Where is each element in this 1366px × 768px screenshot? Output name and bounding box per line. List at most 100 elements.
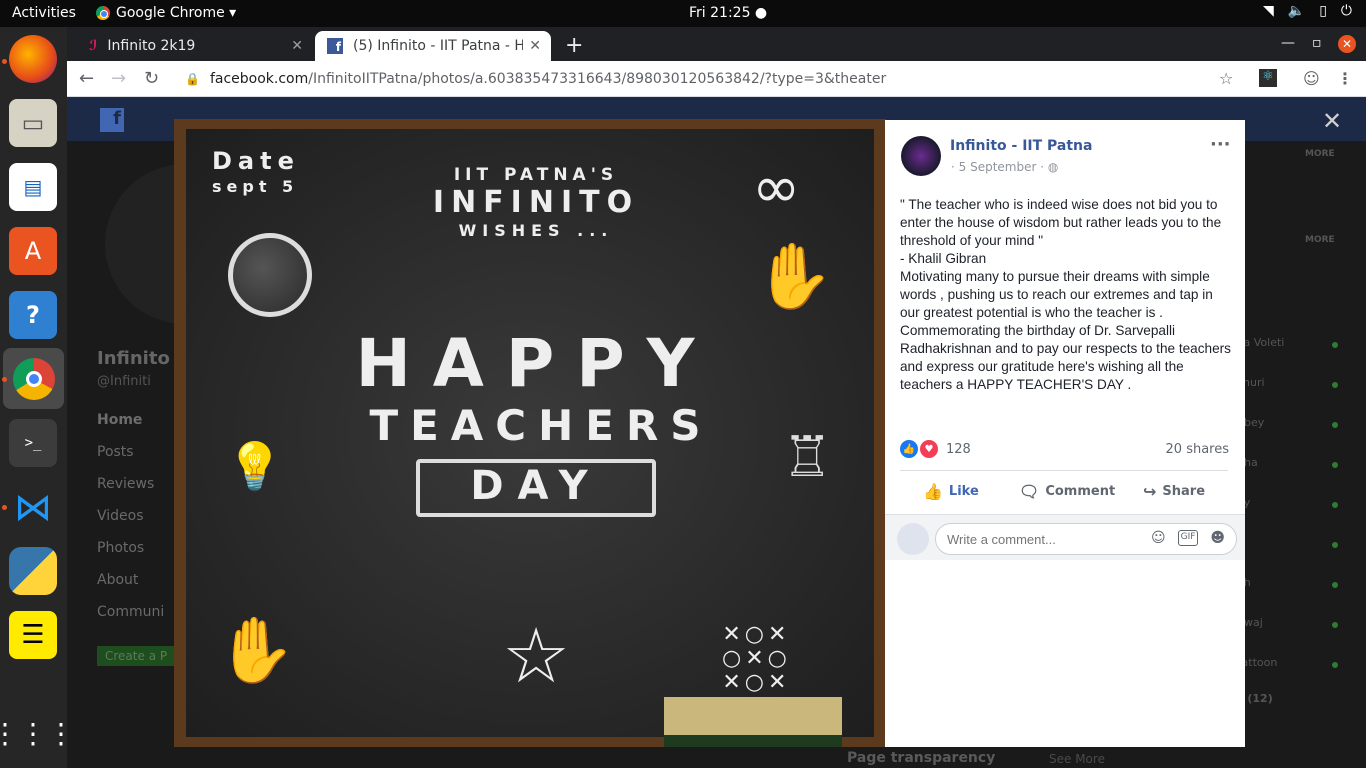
page-avatar[interactable] [901, 136, 941, 176]
tab-close-icon[interactable]: ✕ [291, 38, 303, 54]
post-date[interactable]: · 5 September · ◍ [951, 160, 1058, 174]
emoji-icon[interactable]: ☺ [1151, 530, 1166, 546]
like-label: Like [948, 484, 979, 499]
bookmark-star-icon[interactable]: ☆ [1219, 69, 1233, 88]
battery-icon: ▯ [1319, 3, 1327, 19]
page-transparency-heading: Page transparency [847, 750, 996, 766]
tab-infinito-2k19[interactable]: ℐ Infinito 2k19 ✕ [77, 31, 313, 61]
tab-title: (5) Infinito - IIT Patna - Hor [353, 38, 523, 54]
address-bar[interactable]: 🔒 facebook.com/InfinitoIITPatna/photos/a… [173, 65, 1243, 93]
tab-close-icon[interactable]: ✕ [529, 38, 541, 54]
infinity-icon: ∞ [752, 153, 801, 221]
python-icon[interactable] [9, 547, 57, 595]
online-status-dot [1332, 422, 1338, 428]
see-more-link[interactable]: See More [1049, 752, 1105, 766]
post-details-panel: Infinito - IIT Patna · 5 September · ◍ ·… [885, 120, 1245, 747]
chrome-icon [96, 6, 110, 20]
react-devtools-extension-icon[interactable]: ⚛ [1259, 69, 1277, 87]
header-line2: INFINITO [432, 185, 640, 220]
lightbulb-icon: 💡 [226, 439, 284, 493]
more-options-icon[interactable]: ··· [1210, 134, 1231, 155]
clock[interactable]: Fri 21:25 ● [689, 5, 767, 21]
tab-strip: ℐ Infinito 2k19 ✕ f (5) Infinito - IIT P… [67, 27, 1366, 61]
app-menu[interactable]: Google Chrome ▾ [96, 5, 236, 21]
nav-posts[interactable]: Posts [97, 444, 134, 460]
photo-image[interactable]: Date sept 5 IIT PATNA'S INFINITO WISHES … [174, 119, 886, 747]
show-apps-icon[interactable]: ⋮⋮⋮ [0, 709, 75, 757]
handprint-icon: ✋ [754, 240, 834, 314]
nav-photos[interactable]: Photos [97, 540, 144, 556]
infinito-favicon-icon: ℐ [89, 38, 98, 54]
handprint-icon: ✋ [216, 614, 296, 688]
running-indicator [2, 59, 7, 64]
lock-icon: 🔒 [185, 72, 200, 86]
share-button[interactable]: ↪ Share [1143, 482, 1205, 501]
minimize-icon[interactable]: — [1281, 35, 1295, 51]
share-label: Share [1162, 484, 1206, 499]
facebook-logo-icon[interactable]: f [100, 108, 124, 132]
software-center-icon[interactable]: A [9, 227, 57, 275]
tab-facebook[interactable]: f (5) Infinito - IIT Patna - Hor ✕ [315, 31, 551, 61]
activities-button[interactable]: Activities [12, 5, 76, 21]
nav-home[interactable]: Home [97, 412, 142, 428]
post-author[interactable]: Infinito - IIT Patna [950, 138, 1092, 154]
help-icon[interactable]: ? [9, 291, 57, 339]
happy-text: HAPPY [355, 325, 717, 402]
more-link[interactable]: MORE [1305, 235, 1335, 245]
comment-label: Comment [1045, 484, 1116, 499]
reactions-summary[interactable]: 👍 ♥ 128 [900, 440, 971, 458]
window-close-button[interactable]: ✕ [1338, 35, 1356, 53]
chrome-menu-icon[interactable]: ⋮ [1337, 69, 1353, 88]
thumbs-up-icon: 👍 [923, 482, 943, 501]
forward-icon[interactable]: → [111, 68, 126, 89]
notes-icon[interactable]: ☰ [9, 611, 57, 659]
vscode-icon[interactable]: ⋈ [9, 483, 57, 531]
comment-button[interactable]: 🗨 Comment [1019, 482, 1115, 501]
create-page-button[interactable]: Create a P [97, 646, 176, 666]
day-text: DAY [470, 463, 602, 509]
theater-close-icon[interactable]: ✕ [1322, 107, 1342, 135]
nav-about[interactable]: About [97, 572, 138, 588]
extension-icon[interactable]: ☺ [1303, 69, 1320, 88]
browser-toolbar: ← → ↻ 🔒 facebook.com/InfinitoIITPatna/ph… [67, 61, 1366, 97]
star-icon: ☆ [502, 611, 571, 700]
trophy-icon: ♖ [782, 425, 833, 490]
sticker-icon[interactable]: ☻ [1210, 530, 1225, 546]
online-status-dot [1332, 662, 1338, 668]
maximize-icon[interactable]: ▫ [1312, 35, 1322, 51]
chalk-duster [664, 697, 842, 747]
back-icon[interactable]: ← [79, 68, 94, 89]
chalkboard: Date sept 5 IIT PATNA'S INFINITO WISHES … [186, 129, 874, 737]
files-icon[interactable]: ▭ [9, 99, 57, 147]
user-avatar [897, 523, 929, 555]
comment-composer: ☺ GIF ☻ [885, 514, 1245, 560]
libreoffice-impress-icon[interactable]: ▤ [9, 163, 57, 211]
chrome-icon [12, 357, 55, 400]
online-status-dot [1332, 542, 1338, 548]
online-status-dot [1332, 622, 1338, 628]
chrome-dock-item[interactable] [3, 348, 64, 409]
tab-title: Infinito 2k19 [107, 38, 196, 54]
terminal-icon[interactable]: >_ [9, 419, 57, 467]
header-line3: WISHES ... [458, 221, 614, 240]
firefox-icon[interactable] [9, 35, 57, 83]
new-tab-button[interactable]: + [565, 33, 583, 58]
online-status-dot [1332, 342, 1338, 348]
nav-community[interactable]: Communi [97, 604, 164, 620]
like-button[interactable]: 👍 Like [923, 482, 979, 501]
tic-tac-toe-drawing: ✕○✕ ○✕○ ✕○✕ [722, 622, 791, 695]
facebook-favicon-icon: f [327, 38, 343, 54]
nav-videos[interactable]: Videos [97, 508, 144, 524]
divider [900, 470, 1228, 471]
comment-tools: ☺ GIF ☻ [1151, 530, 1225, 546]
wifi-icon: ◥ [1262, 3, 1274, 19]
system-top-bar: Activities Google Chrome ▾ Fri 21:25 ● ◥… [0, 0, 1366, 27]
reload-icon[interactable]: ↻ [144, 68, 159, 89]
shares-count[interactable]: 20 shares [1166, 442, 1229, 457]
share-icon: ↪ [1143, 482, 1157, 501]
gif-icon[interactable]: GIF [1177, 530, 1199, 546]
nav-reviews[interactable]: Reviews [97, 476, 154, 492]
app-menu-label: Google Chrome ▾ [116, 5, 237, 21]
system-tray[interactable]: ◥ 🔈 ▯ ⏻ [1263, 3, 1352, 19]
more-link[interactable]: MORE [1305, 149, 1335, 159]
